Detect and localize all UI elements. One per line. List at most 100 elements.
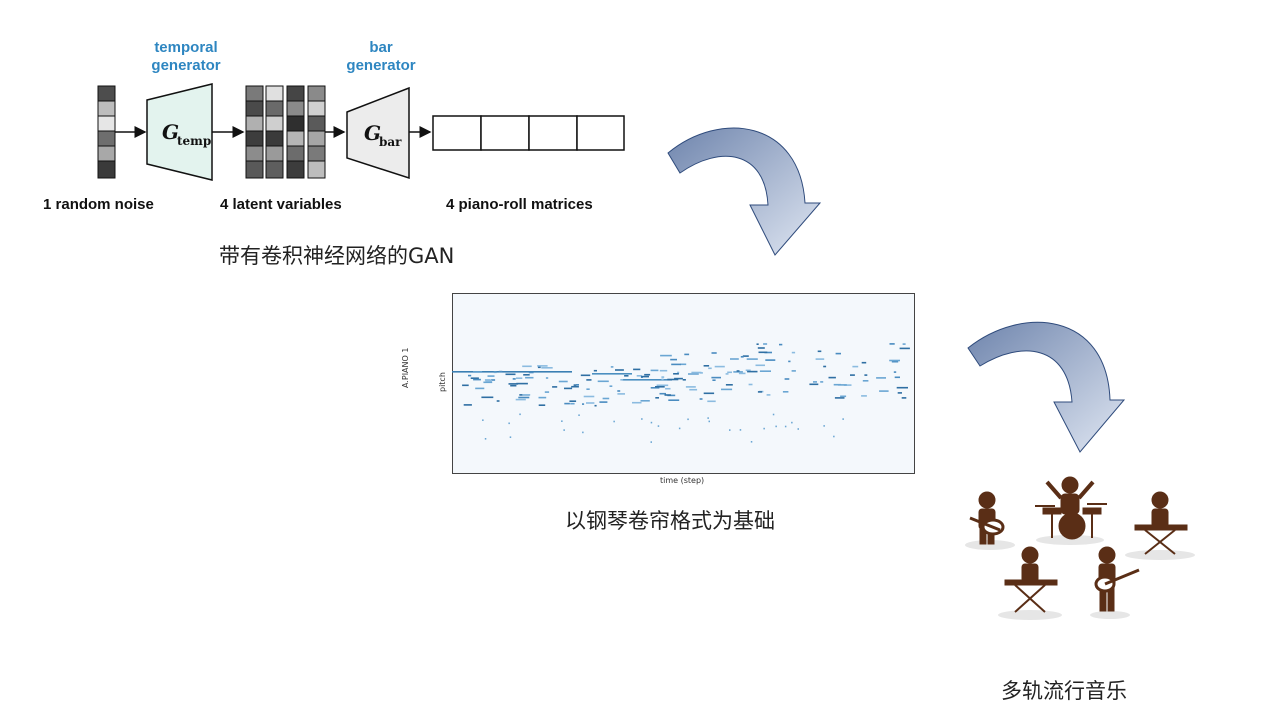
note (699, 398, 703, 400)
note (775, 425, 777, 428)
note (747, 370, 758, 373)
note (708, 367, 712, 370)
note (809, 383, 819, 386)
note (765, 359, 776, 361)
note (656, 384, 669, 387)
note (703, 365, 710, 367)
note (463, 404, 472, 406)
note (644, 373, 651, 376)
noise-label: 1 random noise (43, 196, 154, 213)
note (609, 385, 613, 387)
note (583, 395, 595, 398)
note (518, 396, 530, 399)
note (613, 420, 615, 423)
note (670, 358, 677, 361)
note (864, 374, 868, 376)
note (660, 354, 672, 357)
gan-caption: 带有卷积神经网络的GAN (219, 244, 455, 268)
note (586, 379, 592, 381)
drummer-icon (1035, 476, 1107, 545)
note (823, 425, 825, 427)
note (876, 377, 886, 379)
note (650, 441, 652, 443)
note (571, 385, 579, 388)
note (852, 365, 859, 368)
note (840, 395, 847, 398)
note (725, 384, 733, 386)
note (691, 371, 702, 374)
note (558, 380, 568, 383)
note (889, 343, 895, 345)
note (509, 436, 512, 438)
note (659, 369, 668, 372)
note (879, 390, 889, 392)
note (707, 400, 716, 403)
note (475, 387, 485, 390)
note (759, 370, 771, 372)
x-axis-label: time (step) (660, 476, 705, 485)
note (815, 358, 825, 360)
note (633, 368, 641, 371)
gan-architecture-diagram: G temp G bar (97, 83, 625, 181)
pianoroll-caption: 以钢琴卷帘格式为基础 (565, 509, 775, 533)
note (661, 376, 665, 378)
y-axis-pitch-label: pitch (438, 372, 447, 392)
note (586, 388, 590, 390)
note (468, 374, 472, 377)
note (610, 366, 614, 368)
note (576, 384, 579, 386)
note (673, 373, 679, 375)
note (685, 386, 696, 388)
note (473, 371, 483, 373)
latent-label: 4 latent variables (220, 196, 342, 213)
note (894, 376, 900, 379)
g-bar-subscript: bar (379, 135, 402, 149)
note (725, 373, 729, 375)
g-temp-subscript: temp (177, 134, 211, 148)
note (561, 420, 563, 422)
note (708, 420, 710, 423)
piano-roll-plot (452, 293, 915, 474)
note (484, 379, 491, 381)
note (671, 363, 681, 366)
note (861, 361, 867, 364)
note (519, 413, 521, 416)
note (712, 379, 716, 381)
band-caption: 多轨流行音乐 (1001, 679, 1127, 703)
note (487, 375, 495, 377)
note (750, 441, 753, 443)
latent-vectors (245, 85, 326, 179)
note (496, 400, 500, 402)
note (498, 370, 503, 373)
note (828, 376, 836, 379)
note (482, 419, 484, 421)
note (727, 371, 732, 374)
note (897, 392, 902, 394)
note (901, 397, 907, 399)
note (899, 347, 910, 350)
note (661, 378, 664, 381)
note (757, 391, 763, 393)
note (893, 371, 897, 373)
note (817, 350, 822, 353)
note (563, 429, 565, 431)
note (766, 394, 771, 396)
note (636, 375, 642, 377)
band-illustration (965, 476, 1195, 620)
note (657, 425, 660, 427)
note (541, 367, 553, 369)
note (522, 394, 531, 396)
note (664, 394, 671, 396)
note (594, 404, 597, 407)
note (620, 379, 624, 381)
note (484, 438, 487, 440)
note (641, 418, 643, 420)
note (784, 425, 787, 428)
note (779, 343, 783, 346)
note (748, 383, 753, 386)
note (481, 396, 494, 399)
note (757, 347, 765, 349)
note (736, 370, 740, 372)
temporal-generator-block: G temp (146, 83, 213, 181)
note (505, 373, 516, 376)
